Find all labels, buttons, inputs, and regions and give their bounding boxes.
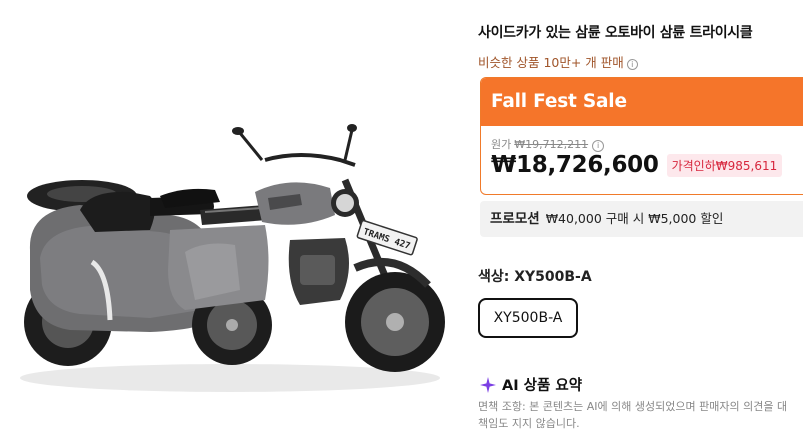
info-icon[interactable]: i — [626, 59, 638, 70]
sold-count: 비슷한 상품 10만+ 개 판매 i — [478, 52, 638, 71]
motorcycle-sidecar-illustration: TRAMS 427 — [20, 124, 445, 392]
sale-banner: Fall Fest Sale — [481, 78, 803, 126]
original-price-label: 원가 — [491, 138, 512, 151]
color-option-button[interactable]: XY500B-A — [478, 298, 578, 338]
product-info-panel: 사이드카가 있는 삼륜 오토바이 삼륜 트라이시클 비슷한 상품 10만+ 개 … — [478, 0, 803, 436]
info-icon[interactable]: i — [592, 140, 605, 152]
sale-price: ₩18,726,600 — [491, 152, 659, 178]
original-price: ₩19,712,211 — [514, 138, 589, 151]
ai-disclaimer-line-1: 면책 조항: 본 콘텐츠는 AI에 의해 생성되었으며 판매자의 의견을 대 — [478, 400, 788, 413]
product-title: 사이드카가 있는 삼륜 오토바이 삼륜 트라이시클 — [478, 25, 753, 41]
promotion-text: ₩40,000 구매 시 ₩5,000 할인 — [545, 211, 724, 226]
ai-summary-title-text: AI 상품 요약 — [502, 378, 583, 394]
original-price-row: 원가 ₩19,712,211 i — [491, 136, 605, 152]
sold-count-text: 비슷한 상품 10만+ 개 판매 — [478, 55, 624, 70]
color-option-label: 색상: XY500B-A — [478, 269, 592, 285]
promotion-label: 프로모션 — [490, 211, 540, 227]
ai-disclaimer: 면책 조항: 본 콘텐츠는 AI에 의해 생성되었으며 판매자의 의견을 대 책… — [478, 398, 803, 432]
discount-badge: 가격인하₩985,611 — [666, 153, 783, 177]
sale-price-box: Fall Fest Sale 원가 ₩19,712,211 i ₩18,726,60… — [480, 77, 803, 195]
ai-disclaimer-line-2: 책임도 지지 않습니다. — [478, 417, 580, 430]
sparkle-icon — [480, 376, 496, 393]
product-image[interactable]: TRAMS 427 — [0, 0, 470, 436]
price-row: ₩18,726,600 가격인하₩985,611 — [491, 152, 783, 178]
promotion-bar[interactable]: 프로모션 ₩40,000 구매 시 ₩5,000 할인 — [480, 201, 803, 237]
ai-summary-title: AI 상품 요약 — [480, 374, 582, 395]
